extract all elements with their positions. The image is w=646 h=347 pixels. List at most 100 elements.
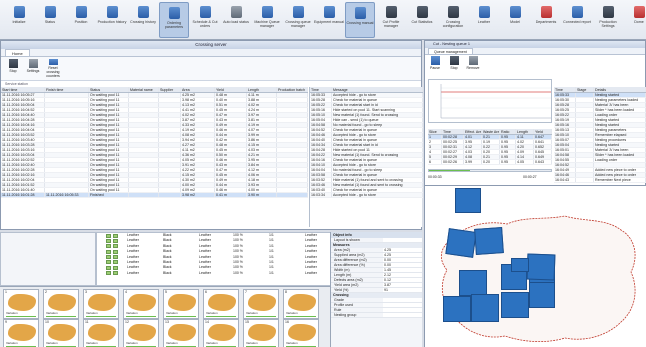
- ribbon-tabs: Home: [1, 49, 421, 57]
- column-header[interactable]: Length: [516, 129, 534, 134]
- column-header[interactable]: Slice: [428, 129, 442, 134]
- toolbar-button[interactable]: Settings: [25, 59, 41, 78]
- hide-thumbnail[interactable]: 14 Variation: [203, 319, 239, 347]
- column-header[interactable]: Finish time: [45, 87, 89, 92]
- row-checkbox[interactable]: [106, 238, 111, 243]
- row-checkbox[interactable]: [113, 260, 118, 265]
- row-checkbox[interactable]: [106, 233, 111, 238]
- hide-thumbnail[interactable]: 1 Variation: [3, 289, 39, 319]
- row-checkbox[interactable]: [113, 244, 118, 249]
- column-header[interactable]: Yield: [215, 87, 247, 92]
- table-row[interactable]: 16:04:43 Remember Next piece: [554, 178, 646, 183]
- ribbon-button[interactable]: Cut Statistics: [407, 2, 437, 38]
- hide-thumbnail[interactable]: 12 Variation: [123, 319, 159, 347]
- hide-thumbnail[interactable]: 15 Variation: [243, 319, 279, 347]
- hide-thumbnail[interactable]: 4 Variation: [123, 289, 159, 319]
- tab-queue-management[interactable]: Queue management: [428, 48, 473, 54]
- nested-part[interactable]: [459, 270, 487, 296]
- row-checkbox[interactable]: [106, 249, 111, 254]
- column-header[interactable]: Effect. Area: [464, 129, 482, 134]
- row-checkbox[interactable]: [113, 249, 118, 254]
- column-header[interactable]: Ratio: [500, 129, 516, 134]
- column-header[interactable]: Stage: [576, 87, 594, 92]
- ribbon-button[interactable]: Schedule & Cut orders: [190, 2, 220, 38]
- ribbon-button[interactable]: Connected report: [562, 2, 592, 38]
- row-checkbox[interactable]: [113, 255, 118, 260]
- row-checkbox[interactable]: [106, 244, 111, 249]
- column-header[interactable]: Area: [181, 87, 215, 92]
- ribbon-button[interactable]: Machine Queue manager: [252, 2, 282, 38]
- column-header[interactable]: Supplier: [159, 87, 181, 92]
- ribbon-button[interactable]: Production Settings: [593, 2, 623, 38]
- nested-part[interactable]: [511, 258, 529, 272]
- nested-part[interactable]: [529, 282, 555, 308]
- row-checkbox[interactable]: [106, 260, 111, 265]
- ribbon-button[interactable]: Departments: [531, 2, 561, 38]
- row-checkbox[interactable]: [113, 271, 118, 276]
- ribbon-button[interactable]: Status: [35, 2, 65, 38]
- nested-part[interactable]: [445, 228, 477, 258]
- table-row[interactable]: 16:03:34 Accepted hide - go to store: [310, 193, 423, 198]
- ribbon-button[interactable]: Crossing queue manager: [283, 2, 313, 38]
- nested-part[interactable]: [455, 188, 481, 213]
- row-checkbox[interactable]: [113, 238, 118, 243]
- ribbon-button[interactable]: Ordering parameters: [159, 2, 189, 38]
- tab-home[interactable]: Home: [5, 49, 30, 56]
- ribbon-button[interactable]: Leather: [469, 2, 499, 38]
- table-row[interactable]: 6 00:02:26 3.99 0.20 0.95 4.05 0.643: [428, 160, 552, 165]
- ribbon-button[interactable]: Cut Profile manager: [376, 2, 406, 38]
- column-header[interactable]: Status: [89, 87, 129, 92]
- column-header[interactable]: Production batch: [277, 87, 308, 92]
- hide-thumbnail[interactable]: 16 Variation: [283, 319, 319, 347]
- hide-thumbnail[interactable]: 3 Variation: [83, 289, 119, 319]
- hide-thumbnail[interactable]: 11 Variation: [83, 319, 119, 347]
- toolbar-button[interactable]: Pause: [427, 56, 443, 76]
- column-header[interactable]: Time: [442, 129, 464, 134]
- ribbon-button[interactable]: Model: [500, 2, 530, 38]
- ribbon-button[interactable]: Crossing configuration: [438, 2, 468, 38]
- column-header[interactable]: Message: [332, 87, 423, 92]
- nested-part[interactable]: [474, 227, 504, 255]
- nested-part[interactable]: [501, 292, 529, 318]
- ribbon-button[interactable]: Production history: [97, 2, 127, 38]
- nested-part[interactable]: [526, 253, 556, 281]
- hide-thumbnail[interactable]: 13 Variation: [163, 319, 199, 347]
- column-header[interactable]: Details: [594, 87, 646, 92]
- ribbon-button[interactable]: Crossing manual: [345, 2, 375, 38]
- column-header[interactable]: Yield: [534, 129, 552, 134]
- ribbon-button-label: Model: [510, 20, 520, 24]
- table-cell: 00:02:25: [442, 140, 464, 144]
- hide-thumbnail[interactable]: 10 Variation: [43, 319, 79, 347]
- ribbon-button[interactable]: Crossing history: [128, 2, 158, 38]
- row-checkbox[interactable]: [106, 271, 111, 276]
- ribbon-button[interactable]: Dome: [624, 2, 646, 38]
- nested-part[interactable]: [443, 296, 471, 322]
- toolbar-button[interactable]: Reset crossing counters: [45, 59, 61, 78]
- ribbon-button[interactable]: Auto load status: [221, 2, 251, 38]
- hide-thumbnail[interactable]: 9 Variation: [3, 319, 39, 347]
- hide-thumbnail[interactable]: 2 Variation: [43, 289, 79, 319]
- hide-thumbnail[interactable]: 6 Variation: [203, 289, 239, 319]
- table-row[interactable]: 11.11.2016 16:01:28 11.11.2016 16:05:33 Fi…: [1, 193, 308, 198]
- column-header[interactable]: Time: [554, 87, 576, 92]
- hide-thumbnail[interactable]: 7 Variation: [243, 289, 279, 319]
- row-checkbox[interactable]: [113, 265, 118, 270]
- column-header[interactable]: Start time: [1, 87, 45, 92]
- toolbar-button[interactable]: Stop: [5, 59, 21, 78]
- column-header[interactable]: Time: [310, 87, 332, 92]
- hide-thumbnail[interactable]: 8 Variation: [283, 289, 319, 319]
- row-checkbox[interactable]: [106, 265, 111, 270]
- column-header[interactable]: Waste Area: [482, 129, 500, 134]
- ribbon-button[interactable]: Equipment manual: [314, 2, 344, 38]
- ribbon-button[interactable]: Position: [66, 2, 96, 38]
- property-row[interactable]: Nesting group: [331, 313, 422, 318]
- row-checkbox[interactable]: [113, 233, 118, 238]
- nested-part[interactable]: [471, 294, 499, 322]
- ribbon-button[interactable]: Initialize: [4, 2, 34, 38]
- column-header[interactable]: Length: [247, 87, 277, 92]
- hide-thumbnail[interactable]: 5 Variation: [163, 289, 199, 319]
- column-header[interactable]: Material name: [129, 87, 159, 92]
- toolbar-button[interactable]: Stop: [446, 56, 462, 76]
- row-checkbox[interactable]: [106, 255, 111, 260]
- toolbar-button[interactable]: Remove: [465, 56, 481, 76]
